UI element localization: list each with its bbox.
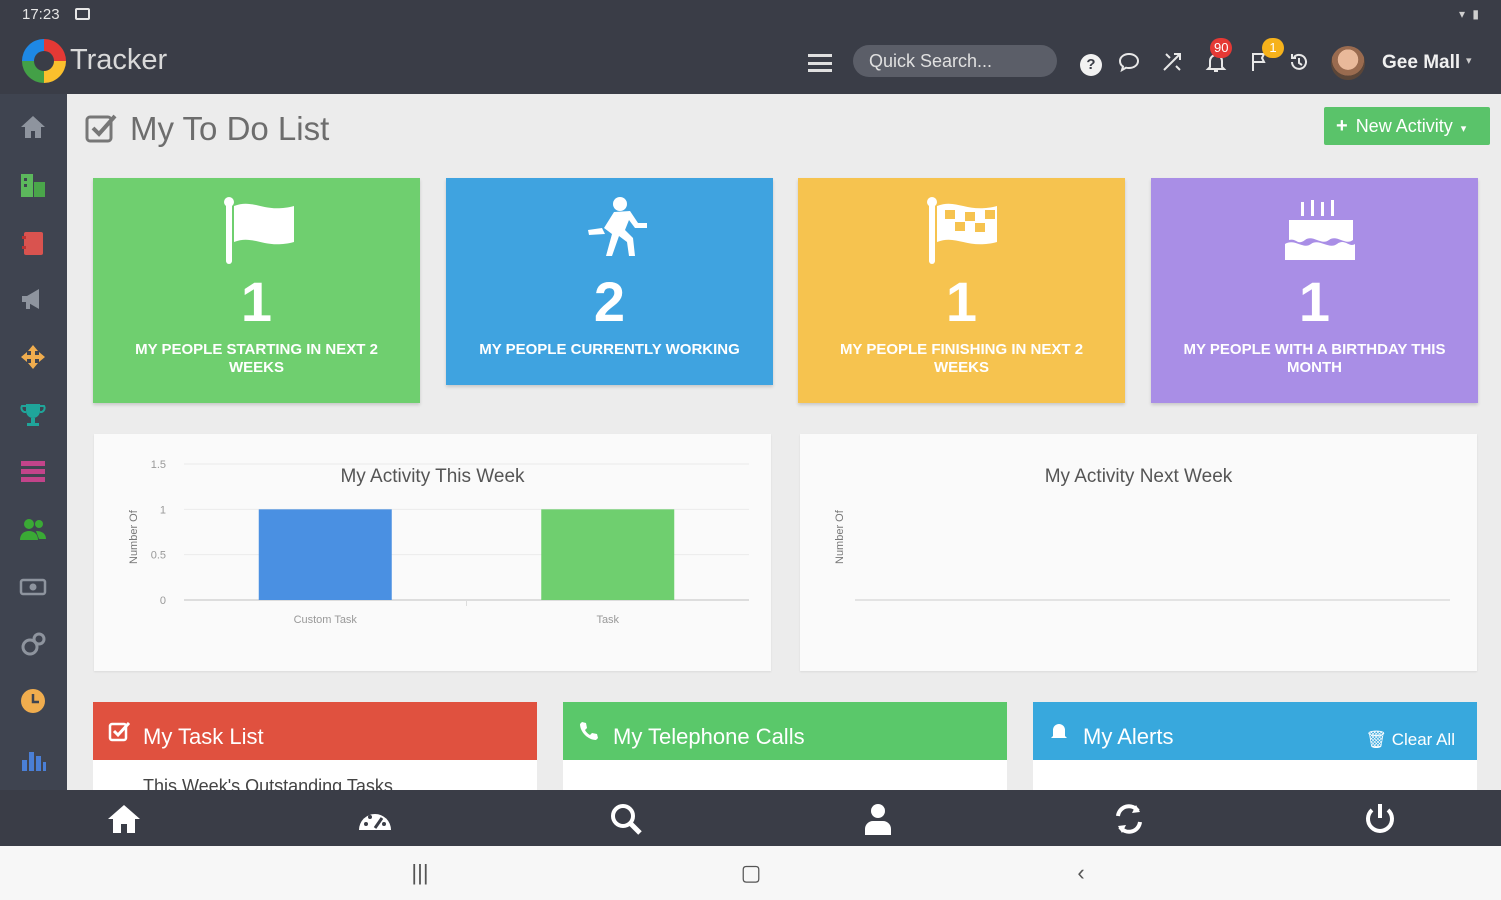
- widget-title: My Telephone Calls: [613, 724, 805, 749]
- y-tick-label: 0.5: [151, 550, 166, 562]
- help-icon[interactable]: ?: [1078, 50, 1104, 76]
- dashboard-icon[interactable]: [357, 802, 393, 836]
- birthday-cake-icon: [1285, 200, 1355, 260]
- status-time: 17:23: [22, 6, 60, 23]
- trash-icon: 🗑: [1365, 730, 1387, 749]
- main-content: My To Do List + New Activity ▾ 1 MY PEOPLE…: [67, 94, 1501, 790]
- search-icon[interactable]: [608, 802, 644, 836]
- x-tick-label: Custom Task: [294, 614, 358, 626]
- app-logo-text[interactable]: Tracker: [70, 44, 167, 77]
- tile-label: MY PEOPLE STARTING IN NEXT 2 WEEKS: [135, 341, 378, 376]
- sidebar-home-icon[interactable]: [16, 112, 50, 146]
- signal-battery-icon: ▾ ▮: [1459, 7, 1481, 21]
- history-icon[interactable]: [1286, 50, 1312, 76]
- x-tick-label: Task: [596, 614, 619, 626]
- sidebar: [0, 94, 67, 790]
- quick-search-input[interactable]: [853, 45, 1057, 77]
- checkered-flag-icon: [927, 197, 997, 264]
- y-axis-label: Number Of: [834, 510, 846, 564]
- status-bar: 17:23 ▾ ▮: [0, 0, 1501, 30]
- sidebar-trophy-icon[interactable]: [16, 400, 50, 434]
- sidebar-companies-icon[interactable]: [16, 170, 50, 204]
- tile-number: 1: [1298, 270, 1331, 333]
- power-icon[interactable]: [1362, 802, 1398, 836]
- bar-task[interactable]: [541, 509, 675, 600]
- clear-all-label: Clear All: [1391, 730, 1455, 749]
- bell-icon: [1047, 720, 1071, 744]
- sidebar-campaigns-icon[interactable]: [16, 284, 50, 318]
- widget-header[interactable]: My Task List: [93, 702, 537, 760]
- tile-finishing-next-2-weeks[interactable]: 1 MY PEOPLE FINISHING IN NEXT 2 WEEKS: [798, 178, 1125, 403]
- home-button-icon[interactable]: ▢: [736, 860, 766, 886]
- bar-custom-task[interactable]: [258, 509, 392, 600]
- tile-birthday-this-month[interactable]: 1 MY PEOPLE WITH A BIRTHDAY THIS MONTH: [1151, 178, 1478, 403]
- my-task-list-widget: My Task List This Week's Outstanding Tas…: [93, 702, 537, 790]
- sidebar-clock-icon[interactable]: [16, 686, 50, 720]
- user-menu-caret-icon[interactable]: ▾: [1466, 54, 1472, 67]
- sidebar-contacts-icon[interactable]: [16, 228, 50, 262]
- widget-header[interactable]: My Alerts 🗑 Clear All: [1033, 702, 1477, 760]
- image-notification-icon: [75, 8, 90, 20]
- widget-title: My Alerts: [1083, 724, 1174, 749]
- sidebar-list-icon[interactable]: [16, 456, 50, 490]
- checkbox-checked-icon: [107, 720, 131, 744]
- activity-this-week-panel: 1.5 1 0.5 0 Custom Task Task My Activity This…: [94, 434, 771, 671]
- android-navigation-bar: ||| ▢ ‹: [0, 846, 1501, 900]
- sidebar-reports-icon[interactable]: [16, 744, 50, 778]
- user-icon[interactable]: [860, 802, 896, 836]
- chart-title: My Activity Next Week: [1044, 466, 1233, 487]
- chat-icon[interactable]: [1116, 50, 1142, 76]
- tile-currently-working[interactable]: 2 MY PEOPLE CURRENTLY WORKING: [446, 178, 773, 385]
- widget-title: My Task List: [143, 724, 264, 749]
- sidebar-money-icon[interactable]: [16, 572, 50, 606]
- user-name[interactable]: Gee Mall: [1382, 52, 1460, 74]
- flag-icon: [224, 197, 294, 264]
- y-tick-label: 1: [160, 504, 166, 516]
- flags-badge: 1: [1262, 38, 1284, 58]
- notifications-badge: 90: [1210, 38, 1233, 58]
- plus-icon: +: [1336, 114, 1348, 137]
- new-activity-button[interactable]: + New Activity ▾: [1324, 107, 1490, 145]
- menu-toggle-icon[interactable]: [808, 54, 832, 72]
- y-tick-label: 0: [160, 595, 166, 607]
- tile-number: 2: [593, 270, 626, 333]
- tracker-logo-icon[interactable]: [22, 39, 66, 83]
- y-axis-label: Number Of: [128, 510, 140, 564]
- back-icon[interactable]: ‹: [1066, 860, 1096, 886]
- page-title: My To Do List: [130, 110, 330, 147]
- sidebar-network-icon[interactable]: [16, 342, 50, 376]
- user-avatar[interactable]: [1331, 46, 1365, 80]
- activity-next-week-panel: My Activity Next Week Number Of: [800, 434, 1477, 671]
- sidebar-cogs-icon[interactable]: [16, 630, 50, 664]
- sidebar-people-icon[interactable]: [16, 514, 50, 548]
- refresh-icon[interactable]: [1111, 802, 1147, 836]
- clear-all-button[interactable]: 🗑 Clear All: [1365, 730, 1455, 750]
- widget-subheading: This Week's Outstanding Tasks: [143, 776, 393, 790]
- running-icon: [588, 197, 647, 256]
- bottom-app-bar: [0, 790, 1501, 846]
- tile-label: MY PEOPLE FINISHING IN NEXT 2 WEEKS: [839, 341, 1084, 376]
- home-icon[interactable]: [106, 802, 142, 836]
- tile-number: 1: [945, 270, 978, 333]
- widget-header[interactable]: My Telephone Calls: [563, 702, 1007, 760]
- tile-label: MY PEOPLE WITH A BIRTHDAY THIS MONTH: [1183, 341, 1446, 376]
- checkbox-checked-icon: [85, 114, 117, 143]
- tile-label: MY PEOPLE CURRENTLY WORKING: [479, 341, 740, 358]
- my-alerts-widget: My Alerts 🗑 Clear All: [1033, 702, 1477, 790]
- tile-starting-next-2-weeks[interactable]: 1 MY PEOPLE STARTING IN NEXT 2 WEEKS: [93, 178, 420, 403]
- chevron-down-icon: ▾: [1460, 122, 1467, 135]
- top-navbar: Tracker ? 90 1 Gee Mall ▾: [0, 30, 1501, 94]
- tile-number: 1: [240, 270, 273, 333]
- tools-icon[interactable]: [1159, 50, 1185, 76]
- recent-apps-icon[interactable]: |||: [405, 860, 435, 886]
- new-activity-label: New Activity: [1355, 115, 1453, 136]
- chart-title: My Activity This Week: [340, 466, 525, 487]
- phone-icon: [577, 720, 601, 744]
- my-telephone-calls-widget: My Telephone Calls: [563, 702, 1007, 790]
